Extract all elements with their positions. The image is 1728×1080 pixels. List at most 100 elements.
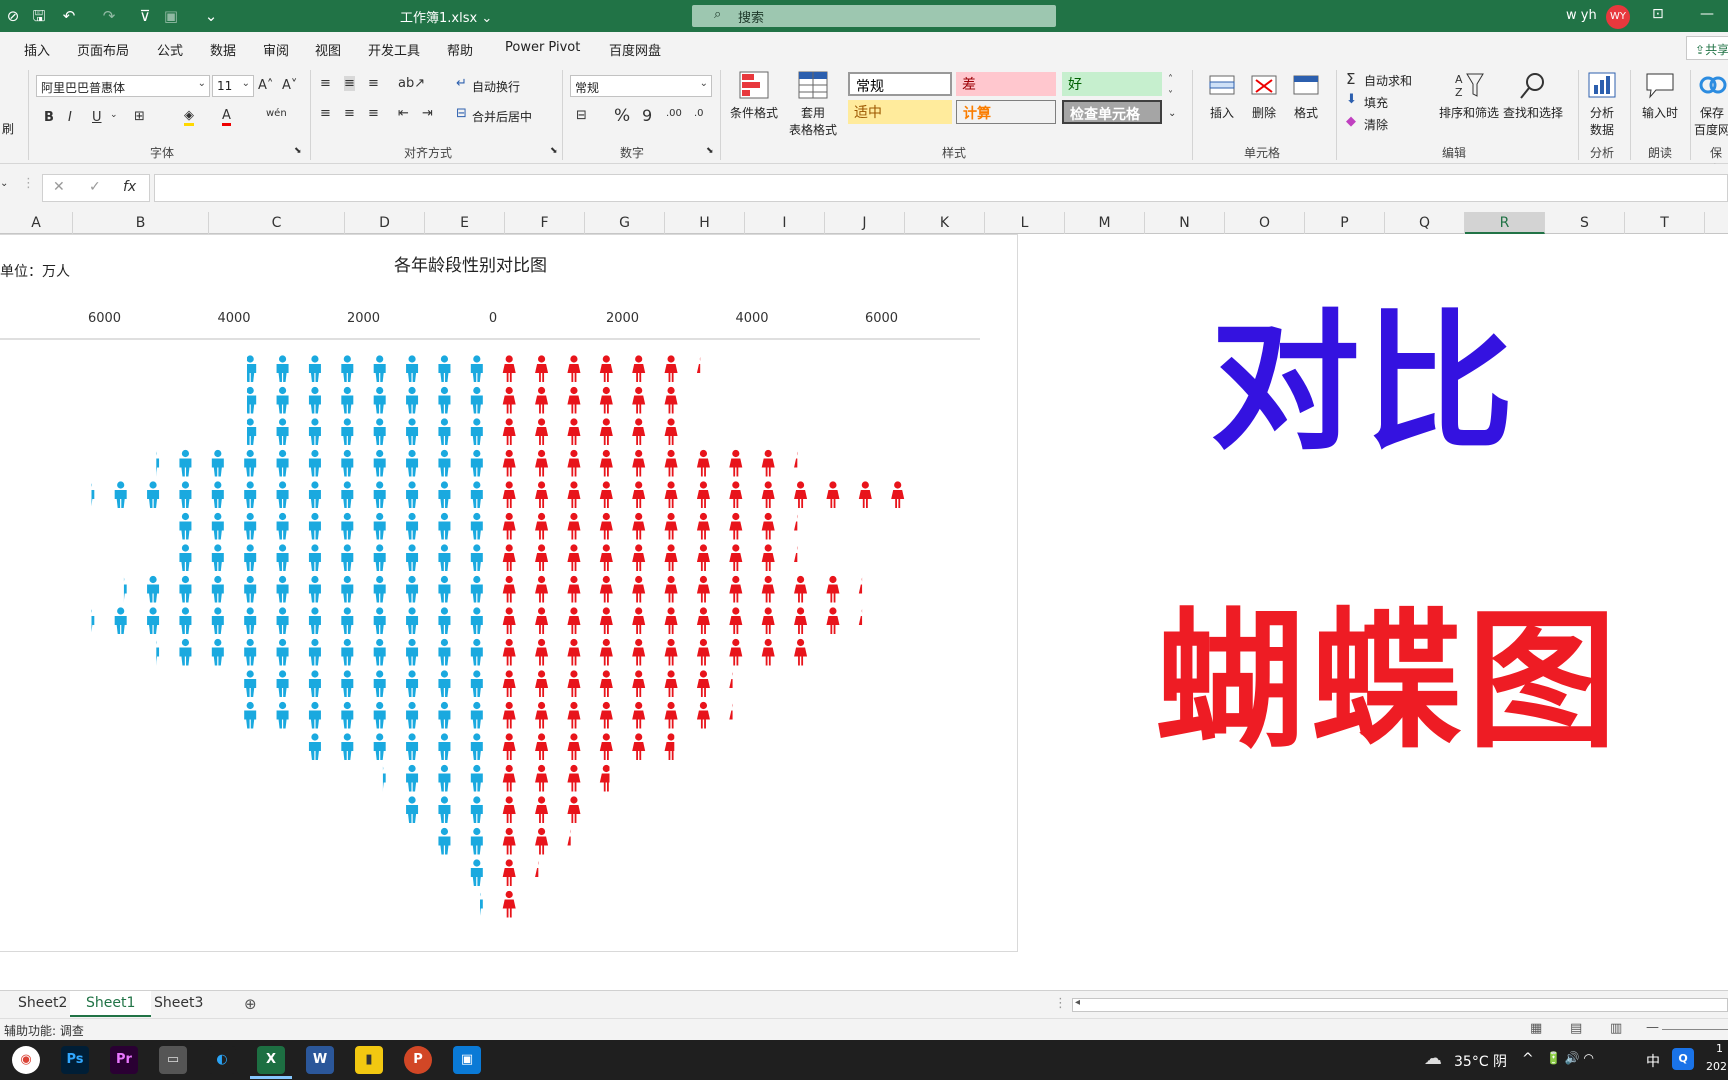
male-bar[interactable] — [471, 891, 483, 918]
styles-more-icon[interactable]: ⌄ — [1168, 108, 1176, 119]
male-bar[interactable] — [244, 386, 483, 414]
word-icon[interactable]: W — [306, 1046, 334, 1074]
female-bar[interactable] — [502, 575, 872, 603]
find-select-button[interactable]: 查找和选择 — [1500, 70, 1566, 121]
zoom-slider[interactable] — [1662, 1029, 1728, 1030]
photoshop-icon[interactable]: Ps — [61, 1046, 89, 1074]
column-header-S[interactable]: S — [1545, 212, 1625, 234]
female-bar[interactable] — [502, 764, 613, 792]
enter-icon[interactable]: ✓ — [89, 179, 101, 195]
font-launcher-icon[interactable]: ⬊ — [294, 146, 302, 156]
female-bar[interactable] — [502, 701, 743, 729]
browser-q-icon[interactable]: ◐ — [208, 1046, 236, 1074]
bold-icon[interactable]: B — [44, 110, 54, 125]
male-bar[interactable] — [244, 418, 483, 445]
customize-qat-icon[interactable]: ⌄ — [200, 6, 222, 26]
male-bar[interactable] — [115, 575, 483, 603]
male-bar[interactable] — [147, 638, 483, 666]
male-bar[interactable] — [179, 544, 483, 571]
male-bar[interactable] — [470, 859, 483, 886]
align-right-icon[interactable]: ≡ — [368, 106, 379, 121]
male-bar[interactable] — [438, 827, 483, 855]
female-bar[interactable] — [502, 355, 710, 382]
male-bar[interactable] — [179, 512, 483, 540]
italic-icon[interactable]: I — [68, 110, 72, 125]
menu-formulas[interactable]: 公式 — [157, 40, 183, 59]
share-button[interactable]: ⇪共享 — [1686, 36, 1728, 60]
menu-review[interactable]: 审阅 — [263, 40, 289, 59]
tab-split-grip-icon[interactable]: ⋮ — [1054, 996, 1067, 1011]
horizontal-scrollbar[interactable]: ◂ — [1072, 997, 1728, 1012]
font-size-select[interactable]: 11 ⌄ — [212, 75, 254, 97]
fill-down-icon[interactable]: ⬇ — [1346, 92, 1357, 107]
clear-button[interactable]: 清除 — [1364, 116, 1388, 133]
decrease-indent-icon[interactable]: ⇤ — [398, 106, 409, 121]
autosum-button[interactable]: 自动求和 — [1364, 72, 1412, 89]
female-bar[interactable] — [502, 449, 807, 477]
column-header-I[interactable]: I — [745, 212, 825, 234]
accounting-format-icon[interactable]: ⊟ — [576, 108, 587, 123]
column-header-T[interactable]: T — [1625, 212, 1705, 234]
insert-function-icon[interactable]: fx — [123, 179, 136, 195]
style-check-cell[interactable]: 检查单元格 — [1062, 100, 1162, 124]
column-header-N[interactable]: N — [1145, 212, 1225, 234]
zoom-out-icon[interactable]: — — [1646, 1020, 1659, 1035]
terminal-icon[interactable]: ▭ — [159, 1046, 187, 1074]
document-title[interactable]: 工作簿1.xlsx ⌄ — [400, 7, 492, 26]
chevron-down-icon[interactable]: ⌄ — [110, 110, 118, 120]
column-header-B[interactable]: B — [73, 212, 209, 234]
clear-icon[interactable]: ◆ — [1346, 114, 1356, 129]
save-icon[interactable]: 🖫 — [28, 6, 50, 26]
format-painter-label[interactable]: 刷 — [2, 120, 14, 137]
autosave-icon[interactable]: ⊘ — [2, 6, 24, 26]
increase-decimal-icon[interactable]: .00 — [666, 108, 682, 119]
align-launcher-icon[interactable]: ⬊ — [550, 146, 558, 156]
user-name[interactable]: w yh — [1566, 8, 1597, 23]
align-center-icon[interactable]: ≡ — [344, 106, 355, 121]
male-bar[interactable] — [374, 796, 483, 823]
column-header-C[interactable]: C — [209, 212, 345, 234]
page-layout-view-icon[interactable]: ▤ — [1570, 1021, 1582, 1036]
cancel-icon[interactable]: ✕ — [53, 179, 65, 195]
excel-icon[interactable]: X — [257, 1046, 285, 1074]
merge-center-icon[interactable]: ⊟ — [456, 106, 467, 121]
column-header-M[interactable]: M — [1065, 212, 1145, 234]
female-bar[interactable] — [502, 481, 905, 508]
butterfly-chart[interactable]: 单位：万人 各年龄段性别对比图 6000 4000 2000 0 2000 4000 600… — [0, 234, 1018, 952]
font-name-select[interactable]: 阿里巴巴普惠体 ⌄ — [36, 75, 210, 97]
q-app-icon[interactable]: Q — [1672, 1048, 1694, 1070]
style-normal[interactable]: 常规 — [848, 72, 952, 96]
column-header-H[interactable]: H — [665, 212, 745, 234]
dictate-button[interactable]: 输入时 — [1630, 70, 1690, 121]
styles-scroll-up-icon[interactable]: ˄ — [1168, 74, 1173, 85]
tray-apps-icon[interactable]: 🔋 🔊 ◠ — [1546, 1051, 1594, 1065]
normal-view-icon[interactable]: ▦ — [1530, 1021, 1542, 1036]
column-header-F[interactable]: F — [505, 212, 585, 234]
female-bar[interactable] — [502, 418, 710, 445]
column-header-Q[interactable]: Q — [1385, 212, 1465, 234]
style-calculation[interactable]: 计算 — [956, 100, 1056, 124]
align-left-icon[interactable]: ≡ — [320, 106, 331, 121]
fill-button[interactable]: 填充 — [1364, 94, 1388, 111]
menu-help[interactable]: 帮助 — [447, 40, 473, 59]
premiere-icon[interactable]: Pr — [110, 1046, 138, 1074]
save-to-baidu-button[interactable]: 保存 百度网 — [1692, 70, 1728, 138]
sheet-tab-sheet3[interactable]: Sheet3 — [138, 991, 219, 1017]
male-bar[interactable] — [82, 481, 483, 508]
accessibility-status[interactable]: 辅助功能: 调查 — [4, 1022, 84, 1039]
female-bar[interactable] — [502, 796, 613, 823]
column-header-K[interactable]: K — [905, 212, 985, 234]
column-header-P[interactable]: P — [1305, 212, 1385, 234]
column-header-D[interactable]: D — [345, 212, 425, 234]
menu-baidu-netdisk[interactable]: 百度网盘 — [609, 40, 661, 59]
autosum-icon[interactable]: Σ — [1346, 70, 1355, 88]
column-header-L[interactable]: L — [985, 212, 1065, 234]
undo-icon[interactable]: ↶ — [58, 6, 80, 26]
shapes-icon[interactable]: ▣ — [160, 6, 182, 26]
video-recorder-icon[interactable]: ▣ — [453, 1046, 481, 1074]
male-bar[interactable] — [308, 733, 483, 760]
input-lang[interactable]: 中 — [1646, 1051, 1660, 1071]
format-cells-button[interactable]: 格式 — [1276, 70, 1336, 121]
female-bar[interactable] — [502, 827, 581, 855]
add-sheet-icon[interactable]: ⊕ — [244, 995, 257, 1013]
